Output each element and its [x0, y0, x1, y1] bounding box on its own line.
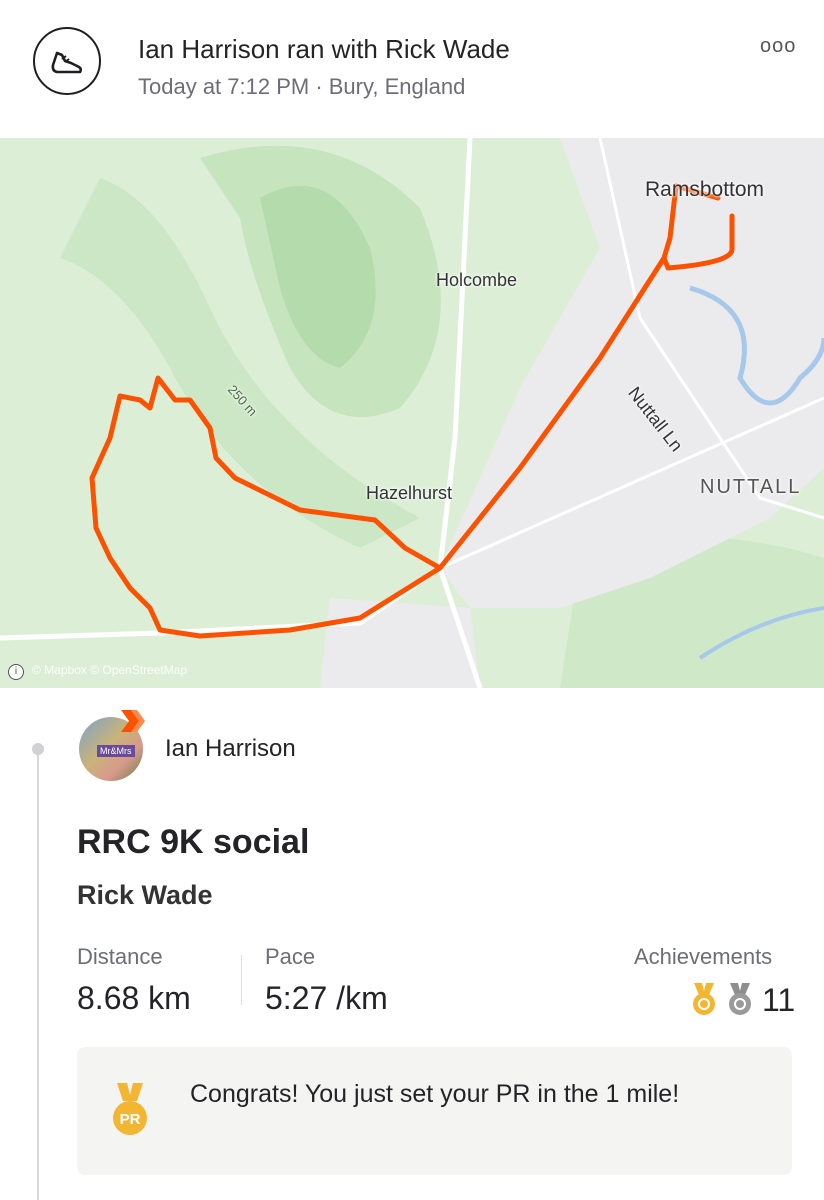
- activity-headline[interactable]: Ian Harrison ran with Rick Wade: [138, 34, 510, 65]
- pr-message: Congrats! You just set your PR in the 1 …: [190, 1080, 680, 1108]
- map-label-ramsbottom: Ramsbottom: [645, 178, 765, 201]
- avatar-photo-tag: Mr&Mrs: [97, 745, 135, 757]
- map-attribution-text: © Mapbox © OpenStreetMap: [32, 663, 188, 677]
- activity-title[interactable]: RRC 9K social: [77, 823, 309, 862]
- pace-label: Pace: [265, 944, 316, 969]
- pr-medal-icon: PR: [113, 1083, 147, 1135]
- running-shoe-icon: [33, 27, 101, 95]
- distance-label: Distance: [77, 944, 163, 969]
- silver-medal-icon: [729, 983, 751, 1015]
- pace-value: 5:27 /km: [265, 980, 388, 1016]
- achievements-label: Achievements: [634, 944, 773, 969]
- activity-header: Ian Harrison ran with Rick Wade Today at…: [0, 0, 824, 138]
- pr-badge-text: PR: [120, 1111, 141, 1128]
- map-label-nuttall: NUTTALL: [700, 476, 802, 498]
- map-label-hazelhurst: Hazelhurst: [366, 483, 453, 503]
- stat-divider: [241, 955, 242, 1005]
- timeline-dot: [32, 743, 44, 755]
- timeline-line: [37, 743, 39, 1200]
- map-label-holcombe: Holcombe: [436, 270, 518, 290]
- subscriber-chevron-icon: [121, 710, 145, 732]
- partner-name[interactable]: Rick Wade: [77, 880, 213, 911]
- pr-banner[interactable]: PR Congrats! You just set your PR in the…: [77, 1047, 792, 1175]
- map-attribution[interactable]: i © Mapbox © OpenStreetMap: [8, 663, 187, 680]
- distance-value: 8.68 km: [77, 980, 191, 1016]
- info-icon[interactable]: i: [8, 664, 24, 680]
- achievements-count[interactable]: 11: [762, 982, 795, 1019]
- athlete-name[interactable]: Ian Harrison: [165, 735, 296, 763]
- gold-medal-icon: [693, 983, 715, 1015]
- activity-time-location: Today at 7:12 PM · Bury, England: [138, 74, 466, 99]
- route-map[interactable]: Ramsbottom Holcombe Nuttall Ln NUTTALL H…: [0, 138, 824, 688]
- more-options-icon[interactable]: ooo: [760, 35, 796, 58]
